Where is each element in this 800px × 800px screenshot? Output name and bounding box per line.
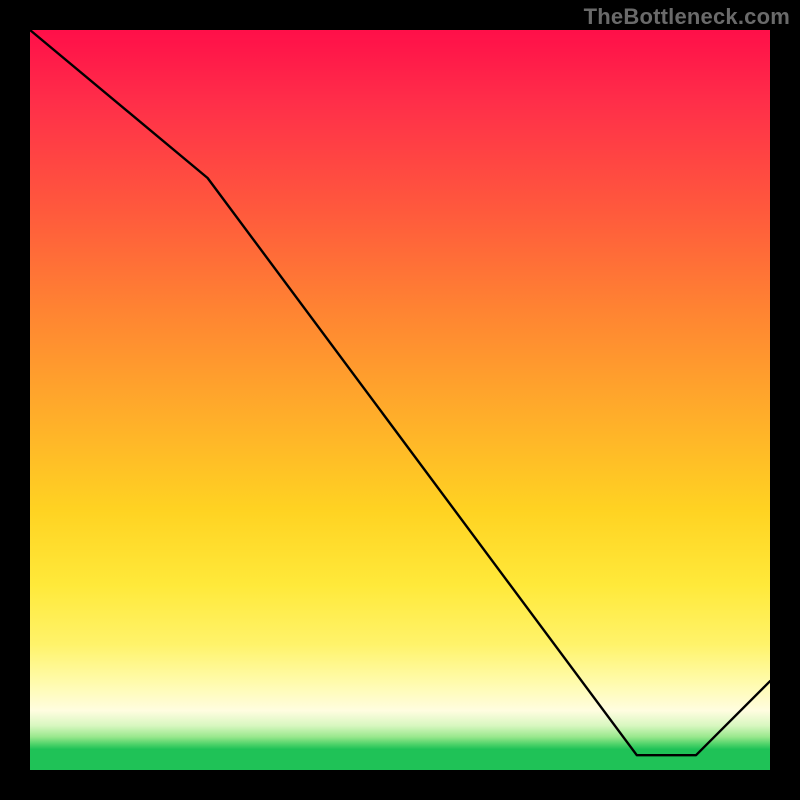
curve-svg	[30, 30, 770, 770]
chart-frame: TheBottleneck.com	[0, 0, 800, 800]
watermark-label: TheBottleneck.com	[584, 4, 790, 30]
bottleneck-curve	[30, 30, 770, 755]
plot-area	[30, 30, 770, 770]
